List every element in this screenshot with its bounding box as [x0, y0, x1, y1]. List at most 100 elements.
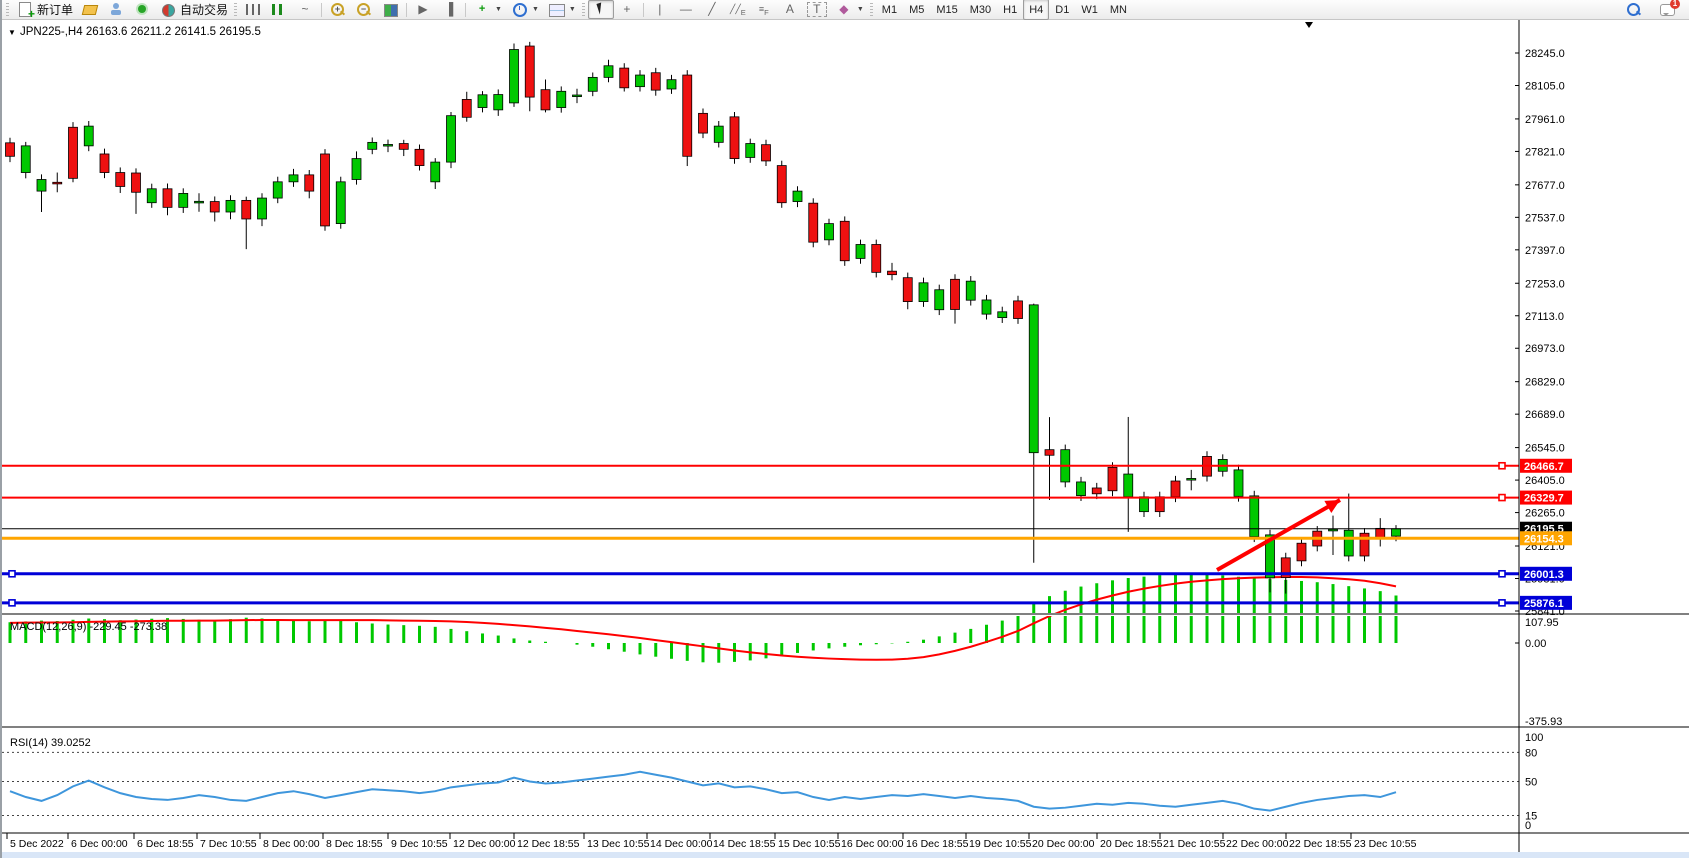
hline-handle[interactable]: [1499, 495, 1505, 501]
candle-body: [21, 146, 30, 173]
time-tick-label: 16 Dec 00:00: [841, 838, 904, 850]
candle-body: [1155, 497, 1164, 512]
rsi-axis-label: 0: [1525, 820, 1531, 832]
toolbar-separator: [643, 3, 644, 17]
indicators-button[interactable]: +▼: [469, 0, 506, 19]
price-badge-label: 26001.3: [1524, 569, 1564, 581]
candle-body: [982, 300, 991, 314]
time-tick-label: 14 Dec 00:00: [650, 838, 713, 850]
autotrading-button[interactable]: 自动交易: [155, 0, 232, 19]
zoom-in-button[interactable]: +: [325, 0, 351, 19]
auto-scroll-button[interactable]: ▶: [410, 0, 436, 19]
toolbar-grip: [234, 3, 237, 16]
time-tick-label: 16 Dec 18:55: [906, 838, 969, 850]
candle-body: [951, 279, 960, 309]
periods-button[interactable]: ▼: [506, 0, 543, 19]
toolbar-separator: [406, 3, 407, 17]
timeframe-h4-button[interactable]: H4: [1023, 0, 1049, 20]
timeframe-h1-button[interactable]: H1: [997, 0, 1023, 20]
signals-button[interactable]: [129, 0, 155, 19]
price-tick-label: 27253.0: [1525, 278, 1565, 290]
arrows-button[interactable]: ◆▼: [831, 0, 868, 19]
candle-body: [258, 198, 267, 219]
toolbox-icon-button[interactable]: [77, 0, 103, 19]
candle-body: [1187, 478, 1196, 480]
time-tick-label: 6 Dec 18:55: [137, 838, 194, 850]
trendline-button[interactable]: ╱: [699, 0, 725, 19]
hline-handle[interactable]: [9, 600, 15, 606]
time-tick-label: 13 Dec 10:55: [587, 838, 650, 850]
macd-axis-label: 107.95: [1525, 617, 1559, 629]
timeframe-m1-button[interactable]: M1: [876, 0, 903, 20]
market-watch-button[interactable]: [103, 0, 129, 19]
candle-body: [1171, 481, 1180, 497]
rsi-axis-label: 50: [1525, 777, 1537, 789]
price-tick-label: 26829.0: [1525, 377, 1565, 389]
candle-body: [242, 200, 251, 219]
hline-handle[interactable]: [9, 571, 15, 577]
toolbar-separator: [465, 3, 466, 17]
text-button[interactable]: A: [777, 0, 803, 19]
candle-body: [1329, 529, 1338, 531]
candle-body: [431, 162, 440, 182]
chart-title: JPN225-,H4 26163.6 26211.2 26141.5 26195…: [20, 26, 261, 38]
candle-body: [699, 113, 708, 133]
hline-handle[interactable]: [1499, 600, 1505, 606]
candle-body: [683, 75, 692, 156]
vertical-line-button[interactable]: |: [647, 0, 673, 19]
candle-body: [1092, 488, 1101, 494]
candle-body: [762, 145, 771, 161]
tile-windows-button[interactable]: [377, 0, 403, 19]
crosshair-button[interactable]: +: [614, 0, 640, 19]
hline-handle[interactable]: [1499, 571, 1505, 577]
time-tick-label: 22 Dec 18:55: [1289, 838, 1352, 850]
candle-body: [840, 221, 849, 260]
chart-shift-button[interactable]: ▐: [436, 0, 462, 19]
macd-axis-label: -375.93: [1525, 716, 1562, 728]
candle-body: [84, 126, 93, 146]
hline-handle[interactable]: [1499, 463, 1505, 469]
candle-body: [746, 144, 755, 158]
toolbar-separator: [321, 3, 322, 17]
search-button[interactable]: [1621, 0, 1647, 19]
chevron-down-icon: ▼: [569, 6, 576, 13]
candle-body: [1014, 301, 1023, 319]
cursor-button[interactable]: [588, 0, 614, 19]
new-order-button[interactable]: +新订单: [12, 0, 77, 19]
time-tick-label: 20 Dec 18:55: [1100, 838, 1163, 850]
candle-body: [1297, 543, 1306, 561]
candle-body: [37, 180, 46, 192]
timeframe-mn-button[interactable]: MN: [1104, 0, 1133, 20]
price-badge-label: 25876.1: [1524, 598, 1564, 610]
candle-body: [1250, 496, 1259, 537]
candle-body: [888, 271, 897, 274]
chart-area[interactable]: 28245.028105.027961.027821.027677.027537…: [2, 0, 1689, 858]
timeframe-d1-button[interactable]: D1: [1049, 0, 1075, 20]
chat-button[interactable]: 1: [1655, 0, 1681, 19]
timeframe-m15-button[interactable]: M15: [930, 0, 963, 20]
timeframe-m30-button[interactable]: M30: [964, 0, 997, 20]
candlestick-chart-button[interactable]: [266, 0, 292, 19]
channel-button[interactable]: ╱╱E: [725, 0, 751, 19]
candle-body: [289, 175, 298, 182]
candle-body: [195, 201, 204, 203]
bar-chart-button[interactable]: [240, 0, 266, 19]
horizontal-line-button[interactable]: —: [673, 0, 699, 19]
rsi-axis-label: 100: [1525, 732, 1543, 744]
price-tick-label: 26973.0: [1525, 343, 1565, 355]
templates-button[interactable]: ▼: [543, 0, 580, 19]
time-tick-label: 19 Dec 10:55: [969, 838, 1032, 850]
zoom-out-button[interactable]: −: [351, 0, 377, 19]
candle-body: [1124, 474, 1133, 497]
line-chart-button[interactable]: ~: [292, 0, 318, 19]
label-button[interactable]: T: [803, 0, 831, 19]
toolbar-grip: [870, 3, 873, 16]
candle-body: [777, 166, 786, 203]
timeframe-m5-button[interactable]: M5: [903, 0, 930, 20]
chart-menu-icon[interactable]: ▼: [8, 28, 16, 37]
candle-body: [620, 68, 629, 88]
candle-body: [1140, 497, 1149, 512]
fibonacci-button[interactable]: ≡F: [751, 0, 777, 19]
timeframe-w1-button[interactable]: W1: [1075, 0, 1104, 20]
macd-indicator-label: MACD(12,26,9) -229.45 -273.38: [10, 621, 167, 633]
